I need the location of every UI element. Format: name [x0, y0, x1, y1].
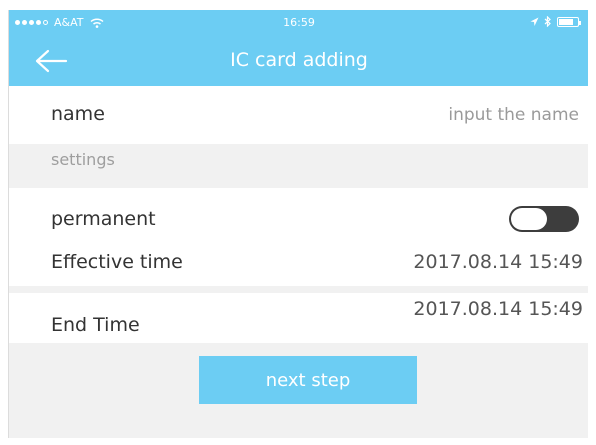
end-time-row[interactable]: End Time 2017.08.14 15:49	[9, 293, 588, 343]
battery-level-fill	[559, 18, 573, 25]
bluetooth-icon	[544, 16, 551, 27]
battery-icon	[557, 16, 581, 27]
page-title: IC card adding	[230, 49, 368, 71]
next-step-button[interactable]: next step	[199, 356, 417, 404]
permanent-row: permanent	[9, 188, 588, 242]
effective-time-value: 2017.08.14 15:49	[413, 251, 583, 273]
permanent-label: permanent	[51, 208, 156, 230]
status-time: 16:59	[283, 16, 315, 29]
effective-time-row[interactable]: Effective time 2017.08.14 15:49	[9, 242, 588, 286]
effective-time-label: Effective time	[51, 251, 183, 273]
name-row: name	[9, 86, 588, 144]
app-screen: A&AT 16:59 IC card adding name input the…	[8, 10, 588, 438]
navigation-bar: IC card adding	[9, 36, 588, 86]
status-right	[530, 16, 581, 27]
location-arrow-icon	[530, 17, 539, 26]
end-time-value: 2017.08.14 15:49	[413, 298, 583, 320]
settings-section-label: settings	[51, 150, 115, 169]
name-label: name	[51, 103, 105, 125]
toggle-knob	[511, 208, 547, 230]
status-bar: A&AT 16:59	[9, 10, 588, 36]
permanent-toggle[interactable]	[509, 206, 579, 232]
name-input[interactable]	[359, 100, 579, 130]
end-time-label: End Time	[51, 314, 140, 336]
